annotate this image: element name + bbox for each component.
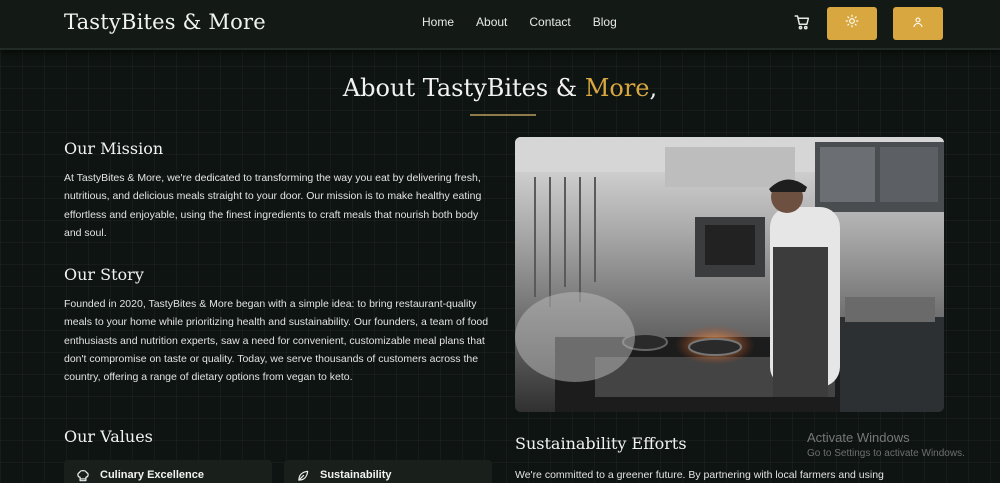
mission-text: At TastyBites & More, we're dedicated to… [64,172,482,239]
navbar: TastyBites & More Home About Contact Blo… [0,0,1000,50]
nav-home-link[interactable]: Home [422,15,454,29]
sustainability-text: We're committed to a greener future. By … [515,469,884,481]
page-title-accent: More [584,74,650,102]
page-title: About TastyBites & More, [0,74,1000,102]
nav-about-link[interactable]: About [476,15,507,29]
brand-logo[interactable]: TastyBites & More [64,10,266,34]
mission-heading: Our Mission [64,139,164,158]
value-label-culinary: Culinary Excellence [100,469,204,481]
page-title-suffix: , [649,74,658,102]
nav-blog-link[interactable]: Blog [593,15,617,29]
nav-links: Home About Contact Blog [422,15,617,29]
theme-toggle-button[interactable] [827,7,877,40]
chef-hat-icon [76,469,90,483]
nav-contact-link[interactable]: Contact [529,15,570,29]
value-card-sustainability: Sustainability [284,460,492,483]
cart-icon[interactable] [793,13,811,31]
sun-icon [845,14,859,33]
activate-windows-title: Activate Windows [807,430,910,445]
user-icon [912,15,924,33]
leaf-icon [296,469,310,483]
story-heading: Our Story [64,265,144,284]
page-title-prefix: About TastyBites [342,74,556,102]
user-account-button[interactable] [893,7,943,40]
activate-windows-subtitle: Go to Settings to activate Windows. [807,448,965,459]
story-text: Founded in 2020, TastyBites & More began… [64,298,489,384]
title-divider [470,114,536,116]
value-card-culinary: Culinary Excellence [64,460,272,483]
page-title-amp: & [555,74,578,102]
value-label-sustainability: Sustainability [320,469,392,481]
values-heading: Our Values [64,427,153,446]
kitchen-chef-photo [515,137,944,412]
sustainability-heading: Sustainability Efforts [515,434,687,453]
